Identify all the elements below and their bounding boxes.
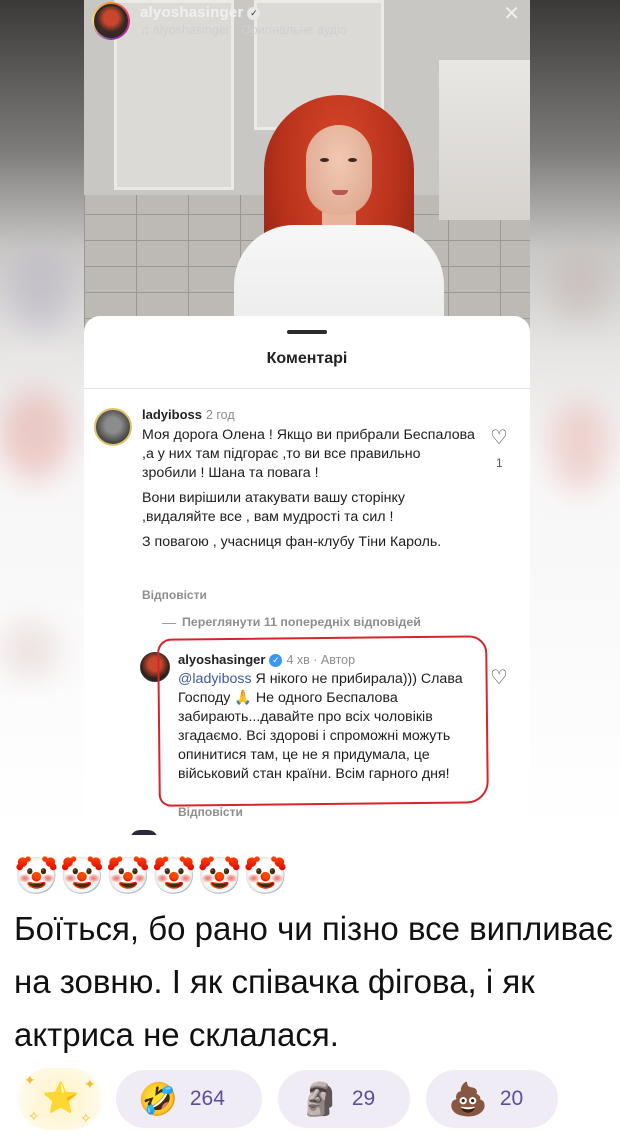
- comment-paragraph: З повагою , учасниця фан-клубу Тіни Каро…: [142, 534, 442, 550]
- verified-icon: ✓: [247, 7, 261, 20]
- close-icon[interactable]: ✕: [503, 4, 520, 24]
- moai-icon: 🗿: [300, 1081, 340, 1117]
- reel-header: alyoshasinger ✓ ♫ alyoshasinger · Оригіна…: [84, 0, 530, 46]
- sparkle-icon: ✧: [28, 1108, 40, 1124]
- sheet-title: Коментарі: [266, 350, 348, 367]
- highlight-circle: [157, 635, 489, 807]
- audio-label[interactable]: ♫ alyoshasinger · Оригінальне аудіо: [140, 23, 347, 37]
- comment-body: Моя дорога Олена ! Якщо ви прибрали Бесп…: [142, 426, 477, 558]
- commenter-username[interactable]: ladyiboss: [142, 407, 202, 422]
- reaction-rofl[interactable]: 🤣 264: [116, 1070, 262, 1128]
- eye: [320, 158, 329, 162]
- comment-header: ladyiboss 2 год: [142, 407, 235, 422]
- comment-paragraph: Вони вирішили атакувати вашу сторінку ,в…: [142, 490, 405, 525]
- reaction-poop[interactable]: 💩 20: [426, 1070, 558, 1128]
- reaction-count: 20: [499, 1087, 524, 1110]
- sheet-grab-handle[interactable]: [287, 330, 327, 334]
- comment-time: 2 год: [205, 408, 235, 422]
- author-avatar[interactable]: [92, 2, 130, 40]
- commenter-avatar[interactable]: [94, 408, 132, 446]
- view-previous-replies[interactable]: Переглянути 11 попередніх відповідей: [182, 615, 421, 629]
- divider: [84, 388, 530, 389]
- blurred-background-left: [0, 0, 84, 835]
- heart-icon[interactable]: ♡: [490, 428, 508, 448]
- reel-video[interactable]: alyoshasinger ✓ ♫ alyoshasinger · Оригіна…: [84, 0, 530, 345]
- reaction-count: 264: [189, 1087, 225, 1110]
- reactions-bar: ✦ ✦ ✧ ✧ ⭐ 🤣 264 🗿 29 💩 20: [0, 1062, 620, 1132]
- reply-button[interactable]: Відповісти: [178, 805, 243, 819]
- heart-icon[interactable]: ♡: [490, 668, 508, 688]
- clown-emojis: 🤡🤡🤡🤡🤡🤡: [14, 855, 289, 896]
- sparkle-icon: ✦: [84, 1076, 96, 1092]
- reply-button[interactable]: Відповісти: [142, 588, 207, 602]
- like-count: 1: [496, 456, 503, 470]
- comment-paragraph: Моя дорога Олена ! Якщо ви прибрали Бесп…: [142, 427, 475, 481]
- sparkle-icon: ✦: [24, 1072, 36, 1088]
- rofl-icon: 🤣: [138, 1081, 178, 1117]
- person-face: [306, 125, 372, 215]
- thread-line: [162, 623, 176, 624]
- star-icon: ⭐: [42, 1082, 80, 1115]
- add-reaction-button[interactable]: ✦ ✦ ✧ ✧ ⭐: [18, 1068, 102, 1130]
- author-username-text[interactable]: alyoshasinger: [140, 4, 243, 21]
- author-username[interactable]: alyoshasinger ✓: [140, 4, 261, 21]
- reaction-moai[interactable]: 🗿 29: [278, 1070, 410, 1128]
- post-text: Боїться, бо рано чи пізно все випливає н…: [14, 910, 613, 1053]
- sparkle-icon: ✧: [80, 1110, 92, 1126]
- reaction-count: 29: [351, 1087, 376, 1110]
- poop-icon: 💩: [448, 1081, 488, 1117]
- kitchen-hood: [439, 60, 530, 220]
- blurred-background-right: [530, 0, 620, 835]
- mouth: [332, 190, 348, 195]
- eye: [348, 158, 357, 162]
